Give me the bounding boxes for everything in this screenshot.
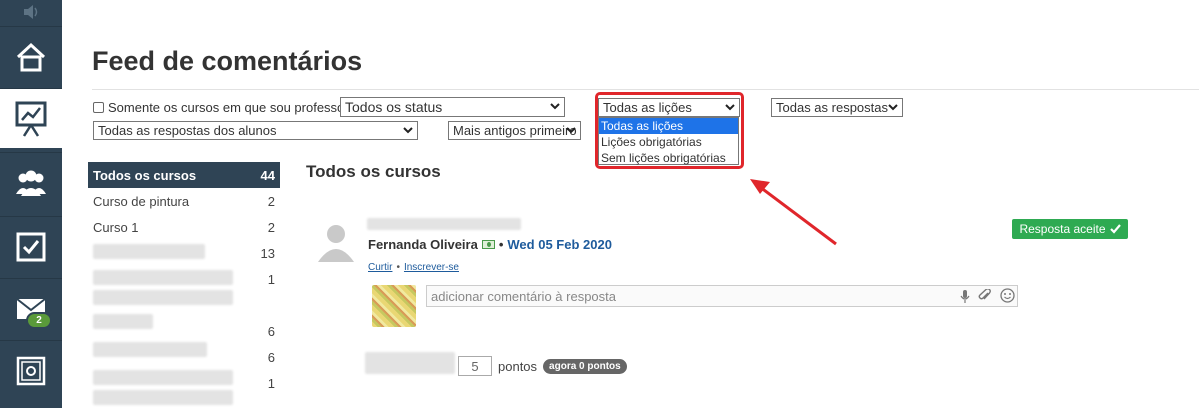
course-item-count: 1 — [267, 375, 275, 391]
action-separator: • — [396, 262, 400, 273]
redacted-text — [365, 352, 455, 374]
chevron-down-icon — [888, 104, 898, 111]
comment-separator: • — [498, 237, 504, 252]
messages-count-badge: 2 — [26, 312, 52, 329]
redacted-text — [93, 270, 233, 285]
emoji-icon[interactable] — [1000, 288, 1015, 303]
status-select[interactable]: Todos os status — [340, 97, 565, 117]
redacted-text — [367, 218, 521, 230]
nav-vault[interactable] — [0, 340, 62, 400]
avatar — [314, 218, 358, 262]
comment-author-line: Fernanda Oliveira • Wed 05 Feb 2020 — [368, 237, 612, 252]
course-item-count: 2 — [267, 193, 275, 209]
comment-date[interactable]: Wed 05 Feb 2020 — [507, 237, 612, 252]
points-row: 5 pontos agora 0 pontos — [458, 356, 627, 376]
chevron-down-icon — [566, 127, 576, 134]
points-label: pontos — [498, 358, 538, 374]
redacted-text — [93, 370, 233, 385]
left-nav-rail: 2 — [0, 0, 62, 408]
reply-input-tools — [960, 288, 1015, 303]
course-item-count: 6 — [267, 323, 275, 339]
points-now-badge: agora 0 pontos — [543, 358, 627, 374]
title-divider — [92, 89, 1199, 90]
user-thumbnail — [372, 285, 416, 327]
accepted-answer-button[interactable]: Resposta aceite — [1012, 219, 1128, 239]
course-item-count: 6 — [267, 349, 275, 365]
subscribe-link[interactable]: Inscrever-se — [404, 262, 459, 273]
comment-author-name[interactable]: Fernanda Oliveira — [368, 237, 478, 252]
checkbox-icon — [16, 232, 46, 261]
course-item-curso-1[interactable]: Curso 1 2 — [88, 214, 280, 240]
course-item-count: 1 — [267, 271, 275, 287]
course-item-pintura[interactable]: Curso de pintura 2 — [88, 188, 280, 214]
student-responses-select-value: Todas as respostas dos alunos — [98, 123, 277, 138]
course-item-all[interactable]: Todos os cursos 44 — [88, 162, 280, 188]
speaker-icon — [0, 0, 62, 24]
course-item-count: 2 — [267, 219, 275, 235]
redacted-text — [93, 314, 153, 329]
course-item-label: Curso de pintura — [93, 193, 190, 209]
paperclip-icon[interactable] — [978, 288, 992, 303]
course-item-count: 44 — [260, 167, 275, 183]
student-responses-select[interactable]: Todas as respostas dos alunos — [93, 121, 418, 140]
checkbox-box[interactable] — [93, 102, 104, 113]
section-title: Todos os cursos — [306, 162, 441, 181]
accepted-answer-label: Resposta aceite — [1019, 222, 1106, 236]
safe-icon — [16, 356, 46, 385]
annotation-highlight-box — [595, 92, 744, 169]
reply-comment-input[interactable]: adicionar comentário à resposta — [426, 285, 1018, 307]
like-link[interactable]: Curtir — [368, 262, 392, 273]
money-icon — [481, 240, 495, 249]
nav-tasks[interactable] — [0, 216, 62, 276]
nav-messages[interactable] — [0, 278, 62, 338]
page-title: Feed de comentários — [92, 46, 363, 76]
microphone-icon[interactable] — [960, 289, 970, 303]
redacted-text — [93, 342, 207, 357]
chevron-down-icon — [403, 127, 413, 134]
comment-actions: Curtir • Inscrever-se — [368, 262, 459, 273]
redacted-text — [93, 390, 233, 405]
chevron-down-icon — [550, 103, 560, 110]
nav-courses[interactable] — [0, 88, 62, 148]
redacted-text — [93, 290, 233, 305]
users-group-icon — [16, 170, 46, 196]
status-select-value: Todos os status — [345, 99, 443, 115]
home-icon — [16, 42, 46, 71]
points-input[interactable]: 5 — [458, 356, 492, 376]
nav-users[interactable] — [0, 152, 62, 212]
responses-select[interactable]: Todas as respostas — [771, 98, 903, 117]
presentation-chart-icon — [15, 101, 47, 137]
redacted-text — [93, 244, 205, 259]
only-my-courses-label: Somente os cursos em que sou professor — [108, 100, 349, 115]
check-icon — [1109, 224, 1121, 234]
sort-select-value: Mais antigos primeiro — [453, 123, 577, 138]
sort-select[interactable]: Mais antigos primeiro — [448, 121, 581, 140]
only-my-courses-checkbox[interactable]: Somente os cursos em que sou professor — [93, 100, 349, 115]
annotation-arrow-icon — [750, 179, 837, 246]
course-item-label: Todos os cursos — [93, 167, 197, 183]
responses-select-value: Todas as respostas — [776, 100, 889, 115]
course-item-count: 13 — [260, 245, 275, 261]
course-item-label: Curso 1 — [93, 219, 139, 235]
nav-home[interactable] — [0, 26, 62, 86]
